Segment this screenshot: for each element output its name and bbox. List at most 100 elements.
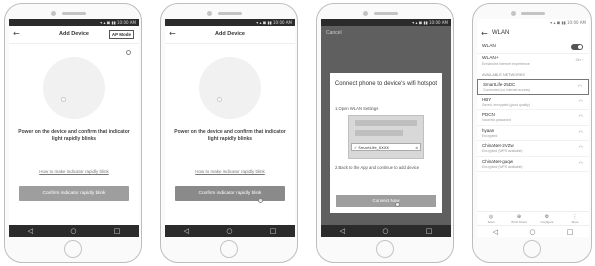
wifi-lock-signal-icon: ◠ bbox=[578, 98, 583, 105]
wlan-toggle-row[interactable]: WLAN bbox=[477, 42, 589, 54]
scan-button[interactable]: ◎ Scan bbox=[479, 214, 503, 224]
home-button[interactable] bbox=[376, 240, 394, 258]
network-item[interactable]: ChinaNet-2VZw Encrypted (WPS available) … bbox=[477, 141, 589, 157]
wlan-header: ← WLAN bbox=[477, 26, 589, 42]
nav-recent-icon[interactable]: □ bbox=[114, 225, 121, 237]
network-name: SmartLife-25DC bbox=[483, 82, 516, 87]
wifi-lock-signal-icon: ◠ bbox=[578, 129, 583, 136]
nav-recent-icon[interactable]: □ bbox=[567, 226, 574, 238]
add-device-screen: ▾ ▴ ◼ ▮▮ 10:00 AM ← Add Device AP Mode P… bbox=[9, 19, 139, 237]
add-device-screen: ▾ ▴ ◼ ▮▮ 10:00 AM ← Add Device Power on … bbox=[165, 19, 295, 237]
network-item[interactable]: SmartLife-25DC Connected (no internet ac… bbox=[477, 79, 589, 95]
app-header: ← Add Device bbox=[165, 26, 295, 44]
more-button[interactable]: ⋮ More bbox=[563, 214, 587, 224]
home-button[interactable] bbox=[64, 240, 82, 258]
placeholder-row bbox=[355, 130, 403, 136]
wlan-settings-screen: ▾ ▴ ◼ ▮▮ 10:00 AM ← WLAN WLAN WLAN+ Enha… bbox=[477, 19, 589, 237]
speaker bbox=[218, 12, 242, 15]
wlanplus-label: WLAN+ bbox=[482, 56, 499, 61]
speaker bbox=[374, 12, 398, 15]
network-status: Incorrect password bbox=[482, 118, 511, 122]
android-navbar: ◁ ○ □ bbox=[9, 225, 139, 237]
status-bar: ▾ ▴ ◼ ▮▮ 10:00 AM bbox=[477, 19, 589, 26]
nav-back-icon[interactable]: ◁ bbox=[340, 225, 345, 237]
network-item[interactable]: hyaan Encrypted ◠ bbox=[477, 126, 589, 141]
device-illustration bbox=[43, 57, 105, 119]
wlanplus-row[interactable]: WLAN+ Enhanced internet experience On › bbox=[477, 54, 589, 71]
page-title: Add Device bbox=[215, 31, 245, 37]
status-bar: ▾ ▴ ◼ ▮▮ 10:00 AM bbox=[9, 19, 139, 26]
android-navbar: ◁ ○ □ bbox=[477, 225, 589, 237]
help-link[interactable]: How to make indicator rapidly blink bbox=[165, 169, 295, 174]
android-navbar: ◁ ○ □ bbox=[165, 225, 295, 237]
wlan-toggle[interactable] bbox=[571, 44, 583, 50]
app-header: ← Add Device AP Mode bbox=[9, 26, 139, 44]
nav-home-icon[interactable]: ○ bbox=[529, 226, 535, 238]
wifi-lock-signal-icon: ◠ bbox=[578, 145, 583, 151]
tap-indicator bbox=[258, 198, 263, 203]
ap-mode-button[interactable]: AP Mode bbox=[108, 30, 134, 39]
wifi-lock-signal-icon: ◠ bbox=[578, 114, 583, 120]
nav-home-icon[interactable]: ○ bbox=[382, 225, 388, 237]
wlanplus-state: On › bbox=[575, 58, 583, 62]
home-button[interactable] bbox=[523, 240, 541, 258]
instruction-text: Power on the device and confirm that ind… bbox=[18, 129, 130, 142]
confirm-blink-button[interactable]: Confirm indicator rapidly blink bbox=[19, 186, 129, 201]
available-networks-heading: AVAILABLE NETWORKS bbox=[482, 73, 525, 77]
wifi-signal-icon: ◠ bbox=[577, 84, 582, 90]
home-button[interactable] bbox=[220, 240, 238, 258]
step-2-text: 2.Back to the App and continue to add de… bbox=[335, 165, 420, 170]
tap-indicator bbox=[126, 50, 131, 55]
network-status: Encrypted bbox=[482, 133, 498, 138]
nav-back-icon[interactable]: ◁ bbox=[28, 225, 33, 237]
network-status: Saved, encrypted (good quality) bbox=[482, 102, 530, 107]
nav-back-icon[interactable]: ◁ bbox=[493, 226, 498, 238]
speaker bbox=[521, 12, 545, 15]
android-navbar: ◁ ○ □ bbox=[321, 225, 451, 237]
network-name: ChinaNet-guqw bbox=[482, 158, 514, 164]
tap-indicator bbox=[395, 202, 400, 207]
wlanplus-subtitle: Enhanced internet experience bbox=[482, 62, 530, 66]
network-status: Encrypted (WPS available) bbox=[482, 149, 523, 153]
status-bar: ▾ ▴ ◼ ▮▮ 10:00 AM bbox=[321, 19, 451, 26]
hotspot-modal: Connect phone to device's wifi hotspot 1… bbox=[330, 73, 442, 213]
connect-now-button[interactable]: Connect Now bbox=[336, 195, 436, 207]
network-name: HBY bbox=[482, 96, 492, 102]
cancel-button[interactable]: Cancel bbox=[326, 30, 342, 36]
phone-frame-4: ▾ ▴ ◼ ▮▮ 10:00 AM ← WLAN WLAN WLAN+ Enha… bbox=[472, 3, 592, 263]
network-status: Connected (no internet access) bbox=[483, 88, 531, 92]
confirm-blink-button[interactable]: Confirm indicator rapidly blink bbox=[175, 186, 285, 201]
nav-recent-icon[interactable]: □ bbox=[270, 225, 277, 237]
indicator-light-icon bbox=[61, 97, 66, 102]
wifi-direct-button[interactable]: ⊕ Wi-Fi Direct bbox=[507, 214, 531, 224]
hotspot-dialog-screen: ▾ ▴ ◼ ▮▮ 10:00 AM Cancel Connect phone t… bbox=[321, 19, 451, 237]
back-arrow-icon[interactable]: ← bbox=[481, 29, 488, 38]
network-name: PDCN bbox=[482, 112, 495, 117]
nav-back-icon[interactable]: ◁ bbox=[184, 225, 189, 237]
nav-recent-icon[interactable]: □ bbox=[426, 225, 433, 237]
nav-home-icon[interactable]: ○ bbox=[226, 225, 232, 237]
camera bbox=[363, 11, 368, 16]
network-item[interactable]: ChinaNet-guqw Encrypted (WPS available) … bbox=[477, 157, 589, 172]
placeholder-row bbox=[355, 120, 417, 126]
page-title: WLAN bbox=[492, 30, 510, 36]
wlan-label: WLAN bbox=[482, 44, 496, 49]
configure-button[interactable]: ⚙ Configure bbox=[535, 214, 559, 224]
wifi-lock-icon: ⌂ bbox=[415, 145, 418, 150]
camera bbox=[51, 11, 56, 16]
device-illustration bbox=[199, 57, 261, 119]
phone-frame-1: ▾ ▴ ◼ ▮▮ 10:00 AM ← Add Device AP Mode P… bbox=[4, 3, 142, 263]
help-link[interactable]: How to make indicator rapidly blink bbox=[9, 169, 139, 174]
network-name: ChinaNet-2VZw bbox=[482, 143, 514, 148]
network-name: hyaan bbox=[482, 127, 495, 133]
network-item[interactable]: PDCN Incorrect password ◠ bbox=[477, 110, 589, 126]
nav-home-icon[interactable]: ○ bbox=[70, 225, 76, 237]
network-example: ✓ SmartLife_XXXX ⌂ bbox=[351, 143, 421, 151]
camera bbox=[511, 11, 516, 16]
modal-title: Connect phone to device's wifi hotspot bbox=[334, 81, 438, 87]
network-status: Encrypted (WPS available) bbox=[482, 164, 523, 169]
indicator-light-icon bbox=[217, 97, 222, 102]
phone-frame-3: ▾ ▴ ◼ ▮▮ 10:00 AM Cancel Connect phone t… bbox=[316, 3, 454, 263]
wifi-lock-signal-icon: ◠ bbox=[578, 160, 583, 167]
network-item[interactable]: HBY Saved, encrypted (good quality) ◠ bbox=[477, 95, 589, 110]
